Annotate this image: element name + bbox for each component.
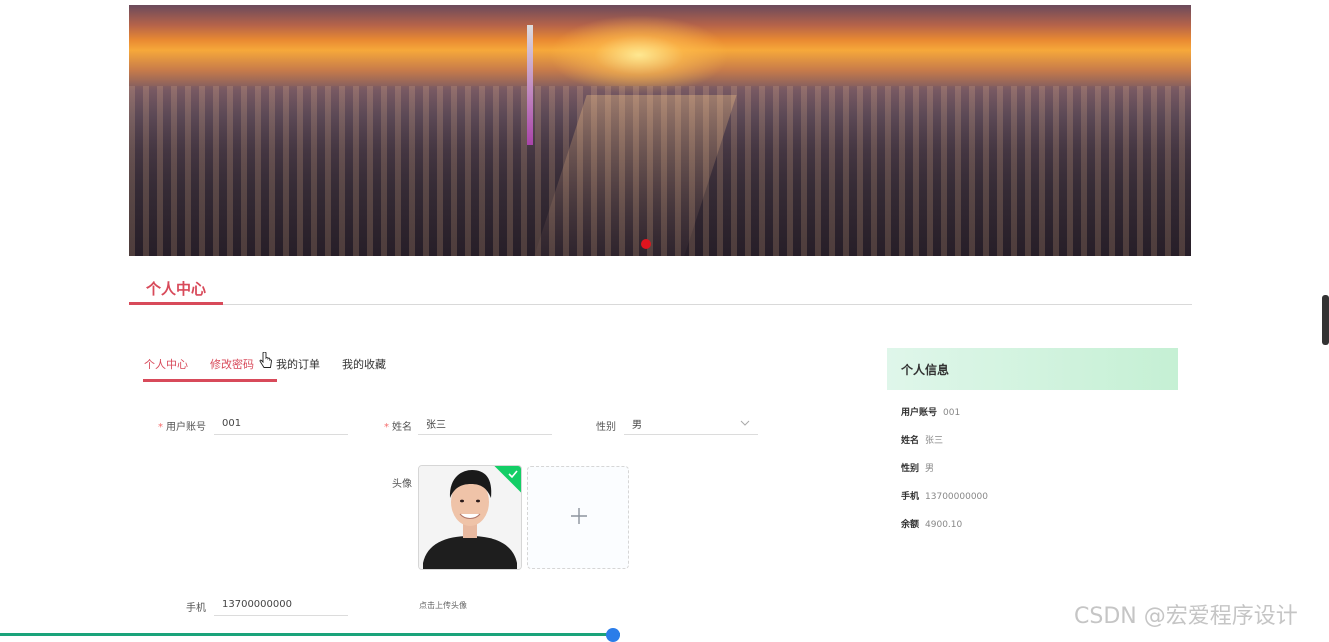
- upload-hint-text: 点击上传头像: [419, 601, 467, 610]
- avatar-upload-button[interactable]: [527, 466, 629, 569]
- active-tab-indicator: [143, 379, 277, 382]
- chevron-down-icon[interactable]: [740, 419, 750, 427]
- personal-info-header: 个人信息: [887, 348, 1178, 390]
- avatar-photo: [419, 466, 521, 569]
- info-row-gender: 性别男: [901, 464, 935, 474]
- info-row-balance: 余额 4900.10: [901, 520, 963, 530]
- gender-select[interactable]: [624, 413, 758, 435]
- name-input[interactable]: [418, 413, 552, 435]
- hand-pointer-icon: [259, 352, 272, 368]
- name-label: * 姓名: [384, 422, 412, 433]
- page-title: 个人中心: [146, 280, 207, 298]
- phone-input[interactable]: [214, 594, 348, 616]
- gender-label: 性别: [596, 422, 616, 433]
- banner-carousel[interactable]: [129, 5, 1191, 256]
- carousel-indicator[interactable]: [641, 239, 651, 249]
- tab-my-orders[interactable]: 我的订单: [276, 356, 320, 382]
- phone-label: 手机: [186, 603, 206, 614]
- banner-tower: [527, 25, 533, 145]
- info-row-account: 用户账号 001: [901, 408, 961, 418]
- scrollbar-thumb[interactable]: [1322, 295, 1329, 345]
- page-title-underline: [129, 302, 223, 305]
- avatar-preview[interactable]: [418, 465, 522, 570]
- banner-cityscape: [129, 86, 1191, 256]
- account-input[interactable]: [214, 413, 348, 435]
- tab-my-favorites[interactable]: 我的收藏: [342, 356, 386, 382]
- info-row-name: 姓名 张三: [901, 436, 944, 446]
- account-label: * 用户账号: [158, 422, 206, 433]
- check-icon: [508, 470, 518, 479]
- section-divider: [129, 304, 1192, 305]
- slider-handle[interactable]: [606, 628, 620, 642]
- watermark: CSDN @宏爱程序设计: [1074, 604, 1298, 629]
- banner-sun: [549, 15, 729, 95]
- avatar-label: 头像: [392, 479, 412, 490]
- plus-icon: [571, 508, 587, 524]
- info-row-phone: 手机 13700000000: [901, 492, 989, 502]
